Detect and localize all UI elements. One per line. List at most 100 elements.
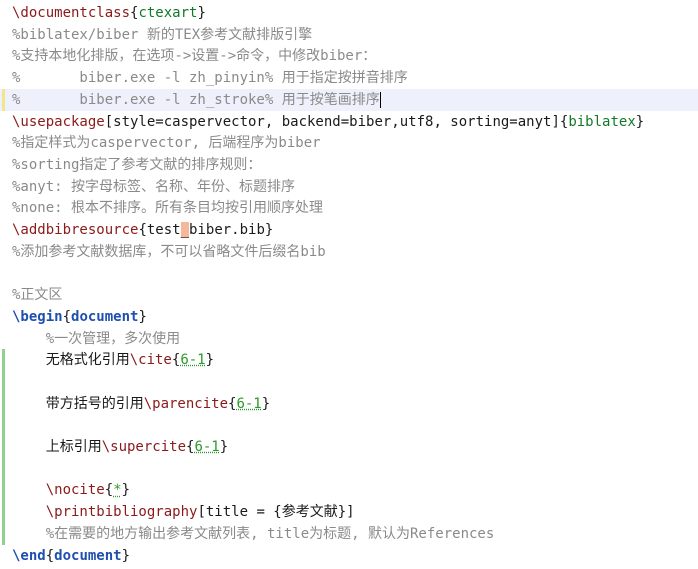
code-token: } bbox=[264, 222, 274, 238]
code-line-text: 无格式化引用\cite{6-1} bbox=[12, 349, 214, 371]
code-line-text: %biblatex/biber 新的TEX参考文献排版引擎 bbox=[12, 24, 312, 46]
code-line[interactable]: % biber.exe -l zh_pinyin% 用于指定按拼音排序 bbox=[0, 67, 698, 89]
code-token: } bbox=[121, 547, 131, 564]
code-token: [title = bbox=[197, 504, 274, 521]
code-token: 6-1 bbox=[194, 439, 220, 455]
code-line[interactable]: %添加参考文献数据库，不可以省略文件后缀名bib bbox=[0, 241, 698, 263]
code-token: \addbibresource bbox=[12, 222, 139, 238]
code-line[interactable]: 无格式化引用\cite{6-1} bbox=[0, 349, 698, 372]
code-line[interactable] bbox=[0, 414, 698, 437]
text-caret bbox=[379, 91, 381, 108]
code-token: 上标引用 bbox=[12, 439, 102, 455]
code-line[interactable]: \nocite{*} bbox=[0, 479, 698, 502]
code-token: %biblatex/biber 新的TEX参考文献排版引擎 bbox=[12, 26, 313, 43]
code-line-text: 带方括号的引用\parencite{6-1} bbox=[12, 393, 270, 415]
code-token: %none: 根本不排序。所有条目均按引用顺序处理 bbox=[12, 200, 323, 217]
code-token: % biber.exe -l zh_stroke% 用于按笔画排序 bbox=[12, 91, 380, 108]
code-token: %添加参考文献数据库，不可以省略文件后缀名bib bbox=[12, 243, 326, 260]
code-token: { bbox=[62, 308, 72, 325]
code-line-text: \printbibliography[title = {参考文献}] bbox=[12, 501, 355, 523]
change-marker bbox=[2, 457, 5, 480]
change-marker bbox=[2, 349, 5, 372]
code-token: { bbox=[138, 222, 147, 238]
code-line[interactable]: 带方括号的引用\parencite{6-1} bbox=[0, 392, 698, 415]
code-token: \documentclass bbox=[12, 5, 131, 21]
code-line-text: %添加参考文献数据库，不可以省略文件后缀名bib bbox=[12, 241, 326, 263]
code-line[interactable] bbox=[0, 457, 698, 480]
code-token: \usepackage bbox=[12, 113, 105, 130]
code-line[interactable]: %anyt: 按字母标签、名称、年份、标题排序 bbox=[0, 176, 698, 198]
code-line-text: 上标引用\supercite{6-1} bbox=[12, 436, 228, 458]
code-token: test bbox=[146, 222, 181, 238]
code-line[interactable]: %在需要的地方输出参考文献列表, title为标题, 默认为References bbox=[0, 522, 698, 545]
code-token: biblatex bbox=[568, 113, 636, 130]
code-token: } bbox=[635, 113, 645, 130]
code-token: %支持本地化排版，在选项->设置->命令，中修改biber： bbox=[12, 48, 377, 65]
change-marker bbox=[2, 479, 5, 502]
code-line[interactable]: %sorting指定了参考文献的排序规则： bbox=[0, 154, 698, 176]
code-token: %sorting指定了参考文献的排序规则： bbox=[12, 156, 262, 173]
code-token: 无格式化引用 bbox=[12, 352, 130, 369]
code-token: } bbox=[261, 395, 271, 412]
code-line[interactable] bbox=[0, 262, 698, 284]
code-line-text: %none: 根本不排序。所有条目均按引用顺序处理 bbox=[12, 197, 323, 219]
code-token: \parencite bbox=[143, 395, 229, 412]
code-line[interactable]: \end{document} bbox=[0, 545, 698, 567]
code-token: } bbox=[337, 504, 347, 521]
code-token: } bbox=[121, 482, 131, 499]
code-token: biber.bib bbox=[189, 222, 265, 238]
code-token: { bbox=[45, 547, 55, 564]
code-token: ctexart bbox=[138, 5, 198, 21]
code-token: \cite bbox=[129, 352, 172, 369]
code-line[interactable]: % biber.exe -l zh_stroke% 用于按笔画排序 bbox=[0, 88, 698, 111]
code-line[interactable]: \begin{document} bbox=[0, 306, 698, 328]
code-line-text: %sorting指定了参考文献的排序规则： bbox=[12, 154, 261, 176]
code-token: %正文区 bbox=[12, 287, 63, 304]
code-token: 6-1 bbox=[236, 395, 262, 412]
code-token: %anyt: 按字母标签、名称、年份、标题排序 bbox=[12, 178, 295, 195]
code-token: } bbox=[205, 352, 215, 369]
code-line[interactable] bbox=[0, 370, 698, 393]
code-token: 6-1 bbox=[180, 352, 206, 369]
code-token: { bbox=[104, 482, 114, 499]
code-line[interactable]: \usepackage[style=caspervector, backend=… bbox=[0, 111, 698, 133]
code-token: } bbox=[138, 308, 147, 325]
change-marker bbox=[2, 436, 5, 458]
code-token: 参考文献 bbox=[281, 504, 338, 521]
code-token: \begin bbox=[12, 308, 63, 325]
code-editor[interactable]: \documentclass{ctexart} %biblatex/biber 新… bbox=[0, 0, 698, 569]
code-line[interactable]: %指定样式为caspervector, 后端程序为biber bbox=[0, 132, 698, 154]
code-line-text: % biber.exe -l zh_stroke% 用于按笔画排序 bbox=[12, 89, 381, 111]
change-marker bbox=[2, 370, 5, 393]
change-marker bbox=[2, 501, 5, 524]
code-line[interactable]: %biblatex/biber 新的TEX参考文献排版引擎 bbox=[0, 24, 698, 46]
code-line-text: \documentclass{ctexart} bbox=[12, 2, 206, 24]
code-line-text: \usepackage[style=caspervector, backend=… bbox=[12, 111, 644, 133]
code-token: \supercite bbox=[101, 439, 187, 455]
code-token: %在需要的地方输出参考文献列表, title为标题, 默认为References bbox=[12, 525, 495, 542]
code-token: } bbox=[219, 439, 229, 455]
code-line[interactable]: %none: 根本不排序。所有条目均按引用顺序处理 bbox=[0, 197, 698, 219]
code-line[interactable]: \printbibliography[title = {参考文献}] bbox=[0, 501, 698, 524]
code-line-text: \end{document} bbox=[12, 545, 130, 567]
code-line[interactable]: \addbibresource{test_biber.bib} bbox=[0, 219, 698, 241]
code-token: \nocite bbox=[12, 482, 105, 499]
code-line[interactable]: 上标引用\supercite{6-1} bbox=[0, 436, 698, 458]
change-marker bbox=[2, 392, 5, 415]
code-line[interactable]: %正文区 bbox=[0, 284, 698, 306]
code-token: } bbox=[197, 5, 206, 21]
code-line[interactable]: \documentclass{ctexart} bbox=[0, 2, 698, 24]
code-line[interactable]: %一次管理，多次使用 bbox=[0, 328, 698, 350]
code-line-text: \begin{document} bbox=[12, 306, 147, 328]
code-line-text: %在需要的地方输出参考文献列表, title为标题, 默认为References bbox=[12, 523, 495, 545]
code-line-text: %正文区 bbox=[12, 284, 62, 306]
code-line-text: % biber.exe -l zh_pinyin% 用于指定按拼音排序 bbox=[12, 67, 408, 89]
code-token: 带方括号的引用 bbox=[12, 395, 144, 412]
code-token: \printbibliography bbox=[12, 504, 198, 521]
code-line[interactable]: %支持本地化排版，在选项->设置->命令，中修改biber： bbox=[0, 45, 698, 67]
change-marker bbox=[2, 88, 5, 111]
code-token: % biber.exe -l zh_pinyin% 用于指定按拼音排序 bbox=[12, 70, 408, 87]
change-marker bbox=[2, 414, 5, 437]
code-token: { bbox=[273, 504, 282, 521]
code-token: \end bbox=[12, 547, 46, 564]
